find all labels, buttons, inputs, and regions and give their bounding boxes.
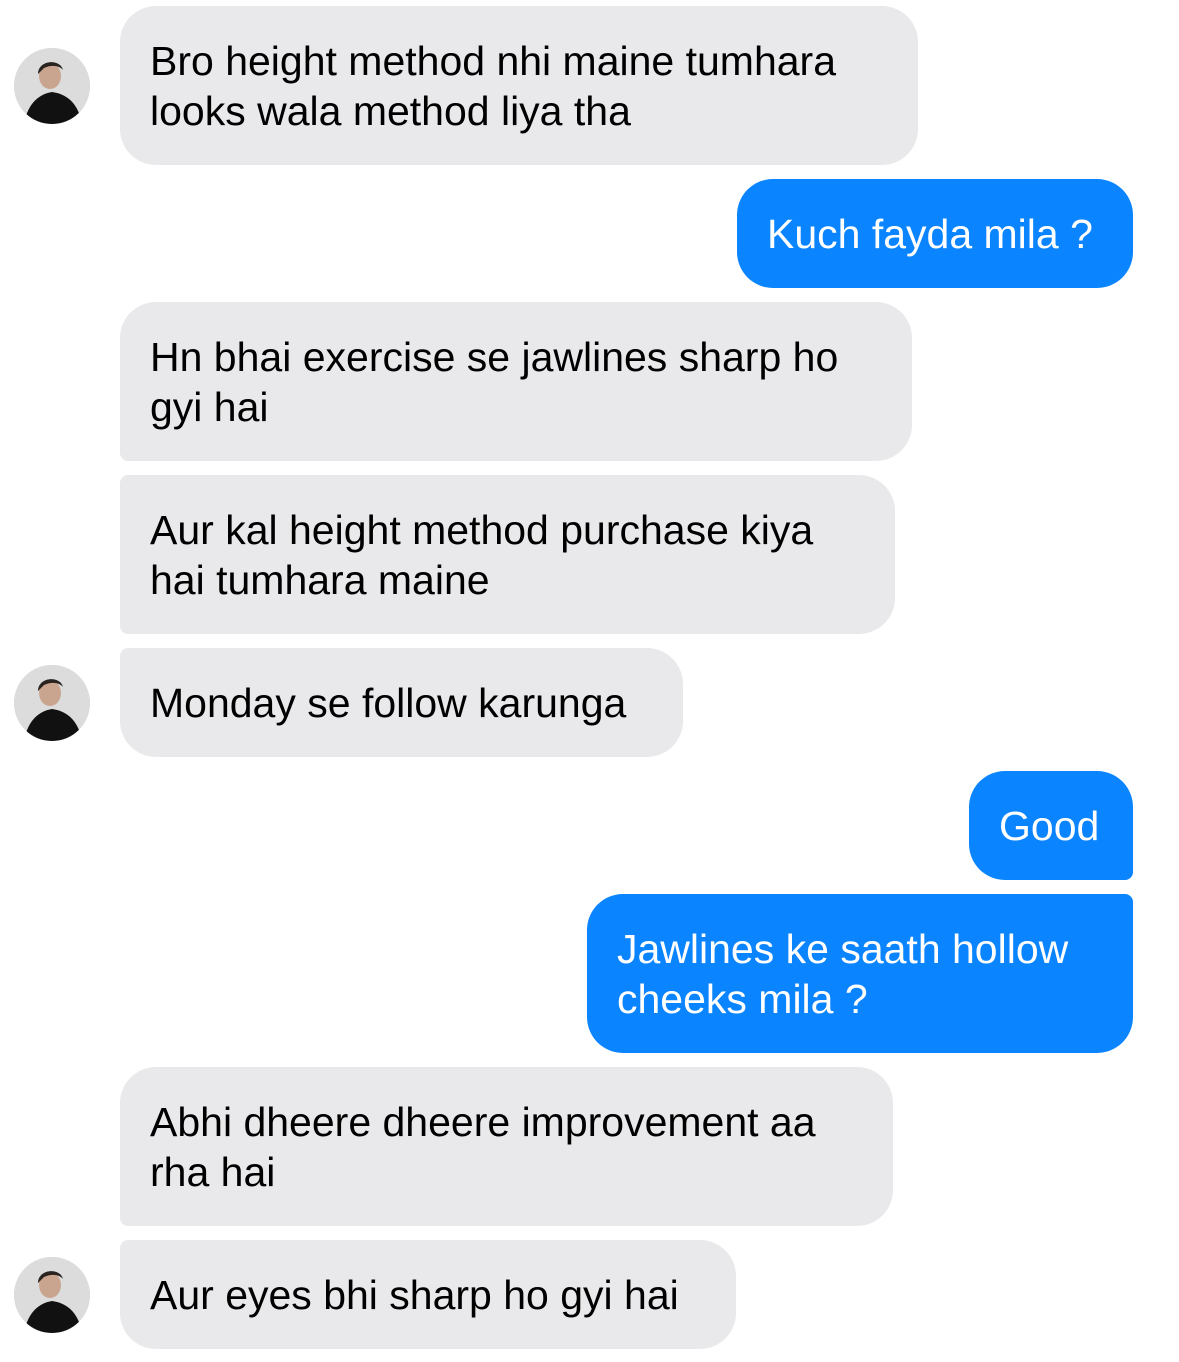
outgoing-message-bubble[interactable]: Good — [969, 771, 1133, 880]
message-text: Kuch fayda mila ? — [767, 210, 1093, 257]
contact-avatar-icon — [14, 665, 90, 741]
incoming-message-bubble[interactable]: Abhi dheere dheere improvement aa rha ha… — [120, 1067, 893, 1226]
outgoing-message-bubble[interactable]: Kuch fayda mila ? — [737, 179, 1133, 288]
message-text: Good — [999, 802, 1100, 849]
message-text: Hn bhai exercise se jawlines sharp ho gy… — [150, 333, 839, 430]
message-text: Bro height method nhi maine tumhara look… — [150, 37, 837, 134]
message-text: Aur eyes bhi sharp ho gyi hai — [150, 1271, 679, 1318]
message-text: Monday se follow karunga — [150, 679, 627, 726]
contact-avatar-icon — [14, 48, 90, 124]
contact-avatar[interactable] — [14, 1257, 90, 1333]
incoming-message-bubble[interactable]: Aur eyes bhi sharp ho gyi hai — [120, 1240, 736, 1349]
contact-avatar-icon — [14, 1257, 90, 1333]
incoming-message-bubble[interactable]: Hn bhai exercise se jawlines sharp ho gy… — [120, 302, 912, 461]
contact-avatar[interactable] — [14, 665, 90, 741]
contact-avatar[interactable] — [14, 48, 90, 124]
incoming-message-bubble[interactable]: Aur kal height method purchase kiya hai … — [120, 475, 895, 634]
incoming-message-bubble[interactable]: Monday se follow karunga — [120, 648, 683, 757]
incoming-message-bubble[interactable]: Bro height method nhi maine tumhara look… — [120, 6, 918, 165]
message-text: Aur kal height method purchase kiya hai … — [150, 506, 814, 603]
outgoing-message-bubble[interactable]: Jawlines ke saath hollow cheeks mila ? — [587, 894, 1133, 1053]
message-text: Jawlines ke saath hollow cheeks mila ? — [617, 925, 1069, 1022]
message-text: Abhi dheere dheere improvement aa rha ha… — [150, 1098, 816, 1195]
